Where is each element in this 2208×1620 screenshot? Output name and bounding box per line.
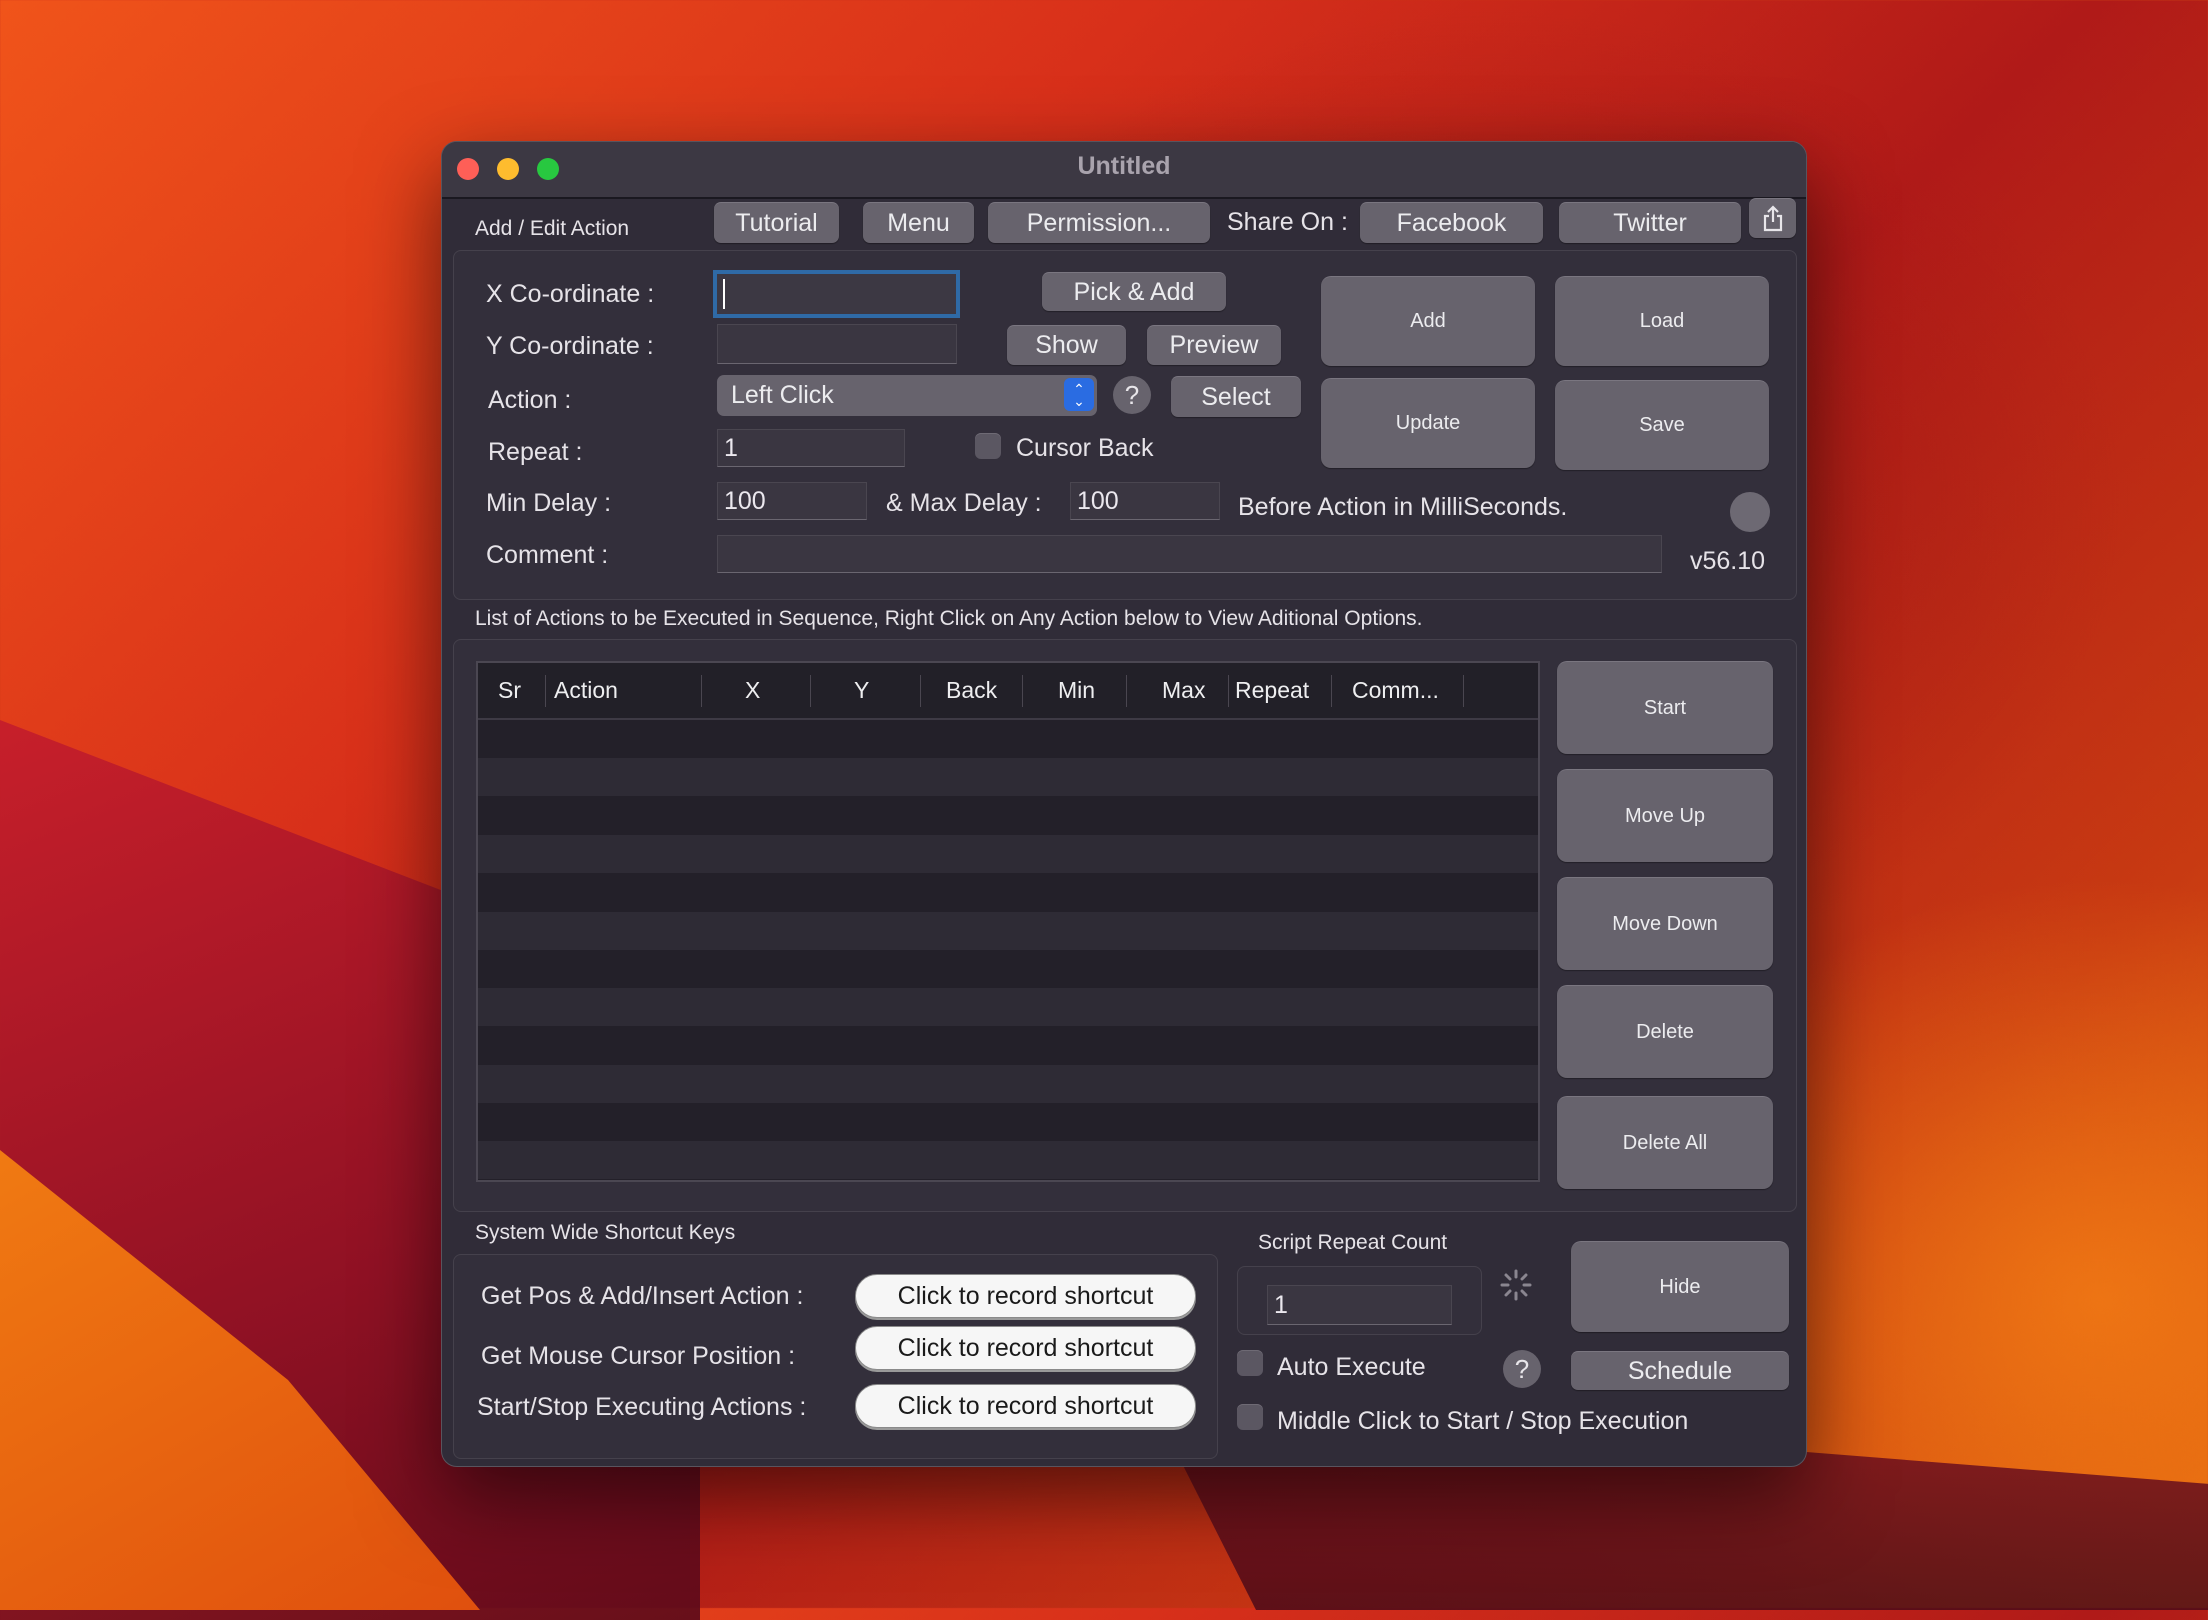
record-shortcut-cursor-position-button[interactable]: Click to record shortcut bbox=[855, 1326, 1196, 1370]
preview-button[interactable]: Preview bbox=[1147, 325, 1281, 365]
delay-suffix-label: Before Action in MilliSeconds. bbox=[1238, 493, 1568, 521]
table-header: Sr Action X Y Back Min Max Repeat Comm..… bbox=[478, 663, 1538, 720]
table-row[interactable] bbox=[478, 834, 1538, 873]
column-header-sr[interactable]: Sr bbox=[498, 663, 521, 718]
add-edit-section-label: Add / Edit Action bbox=[475, 217, 630, 240]
add-button[interactable]: Add bbox=[1321, 276, 1535, 366]
cursor-back-checkbox[interactable] bbox=[975, 433, 1001, 459]
table-row[interactable] bbox=[478, 797, 1538, 835]
action-list-caption: List of Actions to be Executed in Sequen… bbox=[475, 607, 1423, 630]
table-row[interactable] bbox=[478, 873, 1538, 911]
action-label: Action : bbox=[488, 386, 572, 414]
column-divider[interactable] bbox=[810, 675, 811, 707]
action-help-button[interactable]: ? bbox=[1113, 376, 1151, 414]
middle-click-label: Middle Click to Start / Stop Execution bbox=[1277, 1407, 1689, 1435]
column-divider[interactable] bbox=[545, 675, 546, 707]
table-row[interactable] bbox=[478, 1141, 1538, 1180]
max-delay-label: & Max Delay : bbox=[886, 489, 1042, 517]
min-delay-label: Min Delay : bbox=[486, 489, 612, 517]
load-button[interactable]: Load bbox=[1555, 276, 1769, 366]
middle-click-checkbox[interactable] bbox=[1237, 1404, 1263, 1430]
column-header-back[interactable]: Back bbox=[946, 663, 997, 718]
facebook-share-button[interactable]: Facebook bbox=[1360, 202, 1543, 243]
move-down-button[interactable]: Move Down bbox=[1557, 877, 1773, 970]
pick-and-add-button[interactable]: Pick & Add bbox=[1042, 272, 1226, 311]
delete-button[interactable]: Delete bbox=[1557, 985, 1773, 1078]
table-row[interactable] bbox=[478, 1064, 1538, 1103]
version-label: v56.10 bbox=[1690, 547, 1766, 575]
column-header-max[interactable]: Max bbox=[1162, 663, 1205, 718]
column-header-comment[interactable]: Comm... bbox=[1352, 663, 1439, 718]
status-indicator bbox=[1730, 492, 1770, 532]
window-title: Untitled bbox=[1077, 152, 1171, 180]
column-divider[interactable] bbox=[1463, 675, 1464, 707]
actions-table[interactable]: Sr Action X Y Back Min Max Repeat Comm..… bbox=[476, 661, 1540, 1182]
column-header-repeat[interactable]: Repeat bbox=[1235, 663, 1309, 718]
show-button[interactable]: Show bbox=[1007, 325, 1126, 365]
table-row[interactable] bbox=[478, 1026, 1538, 1064]
move-up-button[interactable]: Move Up bbox=[1557, 769, 1773, 862]
column-header-y[interactable]: Y bbox=[854, 663, 869, 718]
column-divider[interactable] bbox=[1228, 675, 1229, 707]
y-coordinate-label: Y Co-ordinate : bbox=[486, 332, 654, 360]
cursor-back-label: Cursor Back bbox=[1016, 434, 1154, 462]
column-header-min[interactable]: Min bbox=[1058, 663, 1095, 718]
comment-input[interactable] bbox=[717, 535, 1662, 573]
tutorial-button[interactable]: Tutorial bbox=[714, 202, 839, 243]
start-button[interactable]: Start bbox=[1557, 661, 1773, 754]
min-delay-input[interactable]: 100 bbox=[717, 482, 867, 520]
repeat-label: Repeat : bbox=[488, 438, 583, 466]
shortcut-label-start-stop: Start/Stop Executing Actions : bbox=[477, 1393, 807, 1421]
update-button[interactable]: Update bbox=[1321, 378, 1535, 468]
menu-button[interactable]: Menu bbox=[863, 202, 974, 243]
table-row[interactable] bbox=[478, 758, 1538, 797]
loading-spinner-icon bbox=[1500, 1269, 1532, 1301]
script-repeat-count-input[interactable]: 1 bbox=[1267, 1285, 1452, 1325]
shortcut-section-title: System Wide Shortcut Keys bbox=[475, 1221, 736, 1244]
shortcut-label-cursor-position: Get Mouse Cursor Position : bbox=[481, 1342, 796, 1370]
shortcut-label-get-pos: Get Pos & Add/Insert Action : bbox=[481, 1282, 804, 1310]
delete-all-button[interactable]: Delete All bbox=[1557, 1096, 1773, 1189]
text-caret bbox=[723, 279, 725, 309]
record-shortcut-get-pos-button[interactable]: Click to record shortcut bbox=[855, 1274, 1196, 1318]
table-row[interactable] bbox=[478, 1103, 1538, 1141]
table-row[interactable] bbox=[478, 950, 1538, 988]
column-divider[interactable] bbox=[920, 675, 921, 707]
permission-button[interactable]: Permission... bbox=[988, 202, 1210, 243]
schedule-button[interactable]: Schedule bbox=[1571, 1351, 1789, 1390]
share-icon bbox=[1763, 204, 1782, 231]
share-on-label: Share On : bbox=[1227, 208, 1348, 236]
twitter-share-button[interactable]: Twitter bbox=[1559, 202, 1741, 243]
action-select-value: Left Click bbox=[731, 381, 834, 409]
column-divider[interactable] bbox=[1331, 675, 1332, 707]
column-divider[interactable] bbox=[1022, 675, 1023, 707]
app-window: Untitled Add / Edit Action Tutorial Menu… bbox=[441, 141, 1807, 1467]
titlebar: Untitled bbox=[442, 142, 1806, 199]
column-header-action[interactable]: Action bbox=[554, 663, 618, 718]
chevron-up-down-icon: ⌃ ⌄ bbox=[1064, 378, 1094, 411]
select-button[interactable]: Select bbox=[1171, 376, 1301, 417]
record-shortcut-start-stop-button[interactable]: Click to record shortcut bbox=[855, 1384, 1196, 1428]
hide-button[interactable]: Hide bbox=[1571, 1241, 1789, 1332]
script-repeat-count-label: Script Repeat Count bbox=[1258, 1231, 1448, 1254]
auto-execute-help-button[interactable]: ? bbox=[1503, 1350, 1541, 1388]
column-divider[interactable] bbox=[701, 675, 702, 707]
table-row[interactable] bbox=[478, 988, 1538, 1027]
max-delay-input[interactable]: 100 bbox=[1070, 482, 1220, 520]
save-button[interactable]: Save bbox=[1555, 380, 1769, 470]
share-button[interactable] bbox=[1749, 198, 1796, 238]
x-coordinate-input[interactable] bbox=[713, 270, 960, 318]
column-divider[interactable] bbox=[1126, 675, 1127, 707]
auto-execute-checkbox[interactable] bbox=[1237, 1350, 1263, 1376]
auto-execute-label: Auto Execute bbox=[1277, 1353, 1426, 1381]
x-coordinate-label: X Co-ordinate : bbox=[486, 280, 655, 308]
column-header-x[interactable]: X bbox=[745, 663, 760, 718]
table-row[interactable] bbox=[478, 911, 1538, 950]
y-coordinate-input[interactable] bbox=[717, 324, 957, 364]
action-select[interactable]: Left Click ⌃ ⌄ bbox=[717, 375, 1097, 416]
comment-label: Comment : bbox=[486, 541, 609, 569]
table-row[interactable] bbox=[478, 720, 1538, 758]
repeat-input[interactable]: 1 bbox=[717, 429, 905, 467]
